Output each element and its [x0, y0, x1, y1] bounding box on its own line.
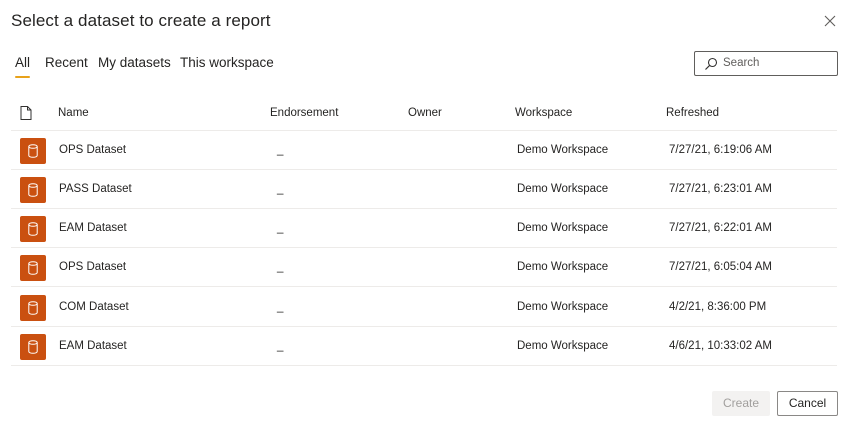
table-row[interactable]: OPS Dataset _ Demo Workspace 7/27/21, 6:…: [11, 248, 837, 287]
dataset-workspace: Demo Workspace: [517, 301, 609, 313]
dataset-name: COM Dataset: [59, 301, 129, 313]
dataset-endorsement: _: [277, 183, 284, 195]
column-header-owner[interactable]: Owner: [408, 107, 442, 119]
tab-recent[interactable]: Recent: [45, 55, 88, 70]
dataset-refreshed: 4/6/21, 10:33:02 AM: [669, 340, 772, 352]
dataset-endorsement: _: [277, 340, 284, 352]
search-input[interactable]: Search: [694, 51, 838, 76]
table-row[interactable]: OPS Dataset _ Demo Workspace 7/27/21, 6:…: [11, 131, 837, 170]
file-icon: [20, 106, 32, 120]
dataset-endorsement: _: [277, 144, 284, 156]
dataset-refreshed: 7/27/21, 6:05:04 AM: [669, 261, 772, 273]
dataset-icon: [20, 216, 46, 242]
dataset-icon: [20, 334, 46, 360]
dataset-icon: [20, 255, 46, 281]
dataset-icon: [20, 177, 46, 203]
column-header-endorsement[interactable]: Endorsement: [270, 107, 338, 119]
dataset-name: EAM Dataset: [59, 222, 127, 234]
active-tab-indicator: [15, 76, 30, 78]
dataset-name: OPS Dataset: [59, 261, 127, 273]
table-row[interactable]: EAM Dataset _ Demo Workspace 4/6/21, 10:…: [11, 327, 837, 366]
dataset-workspace: Demo Workspace: [517, 222, 609, 234]
dataset-icon: [20, 295, 46, 321]
select-dataset-dialog: Select a dataset to create a report All …: [0, 0, 851, 427]
dataset-workspace: Demo Workspace: [517, 340, 609, 352]
dataset-refreshed: 7/27/21, 6:23:01 AM: [669, 183, 772, 195]
dataset-refreshed: 7/27/21, 6:19:06 AM: [669, 144, 772, 156]
dataset-icon: [20, 138, 46, 164]
dataset-refreshed: 7/27/21, 6:22:01 AM: [669, 222, 772, 234]
dataset-endorsement: _: [277, 222, 284, 234]
dataset-workspace: Demo Workspace: [517, 261, 609, 273]
column-header-workspace[interactable]: Workspace: [515, 107, 572, 119]
dataset-workspace: Demo Workspace: [517, 144, 609, 156]
dataset-refreshed: 4/2/21, 8:36:00 PM: [669, 301, 767, 313]
close-icon[interactable]: [822, 13, 838, 29]
table-row[interactable]: PASS Dataset _ Demo Workspace 7/27/21, 6…: [11, 170, 837, 209]
dataset-name: OPS Dataset: [59, 144, 127, 156]
search-icon: [704, 57, 718, 71]
dataset-endorsement: _: [277, 261, 284, 273]
table-row[interactable]: EAM Dataset _ Demo Workspace 7/27/21, 6:…: [11, 209, 837, 248]
cancel-button[interactable]: Cancel: [777, 391, 838, 416]
dataset-endorsement: _: [277, 301, 284, 313]
create-button[interactable]: Create: [712, 391, 770, 416]
dataset-name: EAM Dataset: [59, 340, 127, 352]
tab-all[interactable]: All: [15, 55, 30, 70]
dataset-name: PASS Dataset: [59, 183, 132, 195]
dataset-workspace: Demo Workspace: [517, 183, 609, 195]
tab-this-workspace[interactable]: This workspace: [180, 55, 274, 70]
dialog-title: Select a dataset to create a report: [11, 11, 271, 30]
column-header-refreshed[interactable]: Refreshed: [666, 107, 719, 119]
tab-my-datasets[interactable]: My datasets: [98, 55, 171, 70]
search-placeholder: Search: [723, 57, 760, 69]
column-header-name[interactable]: Name: [58, 107, 89, 119]
table-row[interactable]: COM Dataset _ Demo Workspace 4/2/21, 8:3…: [11, 288, 837, 327]
